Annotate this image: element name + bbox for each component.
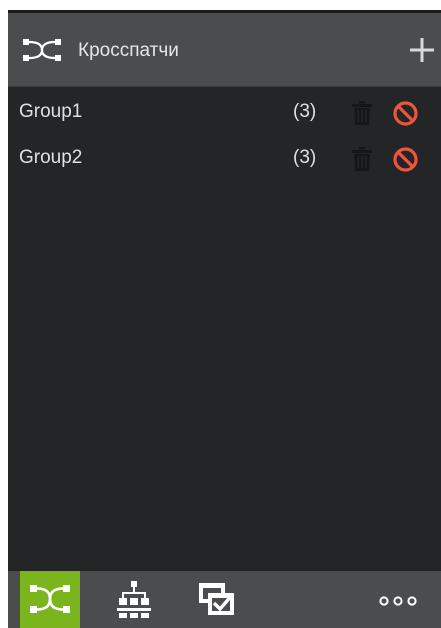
bottom-toolbar [8, 571, 441, 628]
more-button[interactable] [370, 571, 426, 628]
group-name: Group2 [19, 147, 83, 168]
panel-header: Кросспатчи [8, 13, 441, 87]
add-group-button[interactable] [407, 35, 437, 65]
crosspatch-panel: Кросспатчи Group1 (3) Group2 (3) [8, 10, 441, 628]
group-name: Group1 [19, 101, 83, 122]
prohibited-icon[interactable] [392, 100, 419, 127]
network-tree-icon [117, 581, 151, 618]
group-count: (3) [293, 147, 317, 168]
plus-icon [410, 38, 434, 62]
tab-crosspatches[interactable] [20, 571, 80, 628]
list-item[interactable]: Group1 (3) [8, 87, 441, 133]
more-dots-icon [379, 596, 417, 606]
group-count: (3) [293, 101, 317, 122]
prohibited-icon[interactable] [392, 146, 419, 173]
tab-network[interactable] [106, 571, 162, 628]
group-list: Group1 (3) Group2 (3) [8, 87, 441, 179]
list-item[interactable]: Group2 (3) [8, 133, 441, 179]
trash-icon[interactable] [351, 147, 373, 171]
crosspatch-icon [22, 37, 62, 63]
crosspatch-icon [30, 585, 70, 613]
checked-windows-icon [199, 583, 235, 615]
tab-selection[interactable] [190, 571, 246, 628]
panel-title: Кросспатчи [78, 40, 179, 61]
trash-icon[interactable] [351, 101, 373, 125]
